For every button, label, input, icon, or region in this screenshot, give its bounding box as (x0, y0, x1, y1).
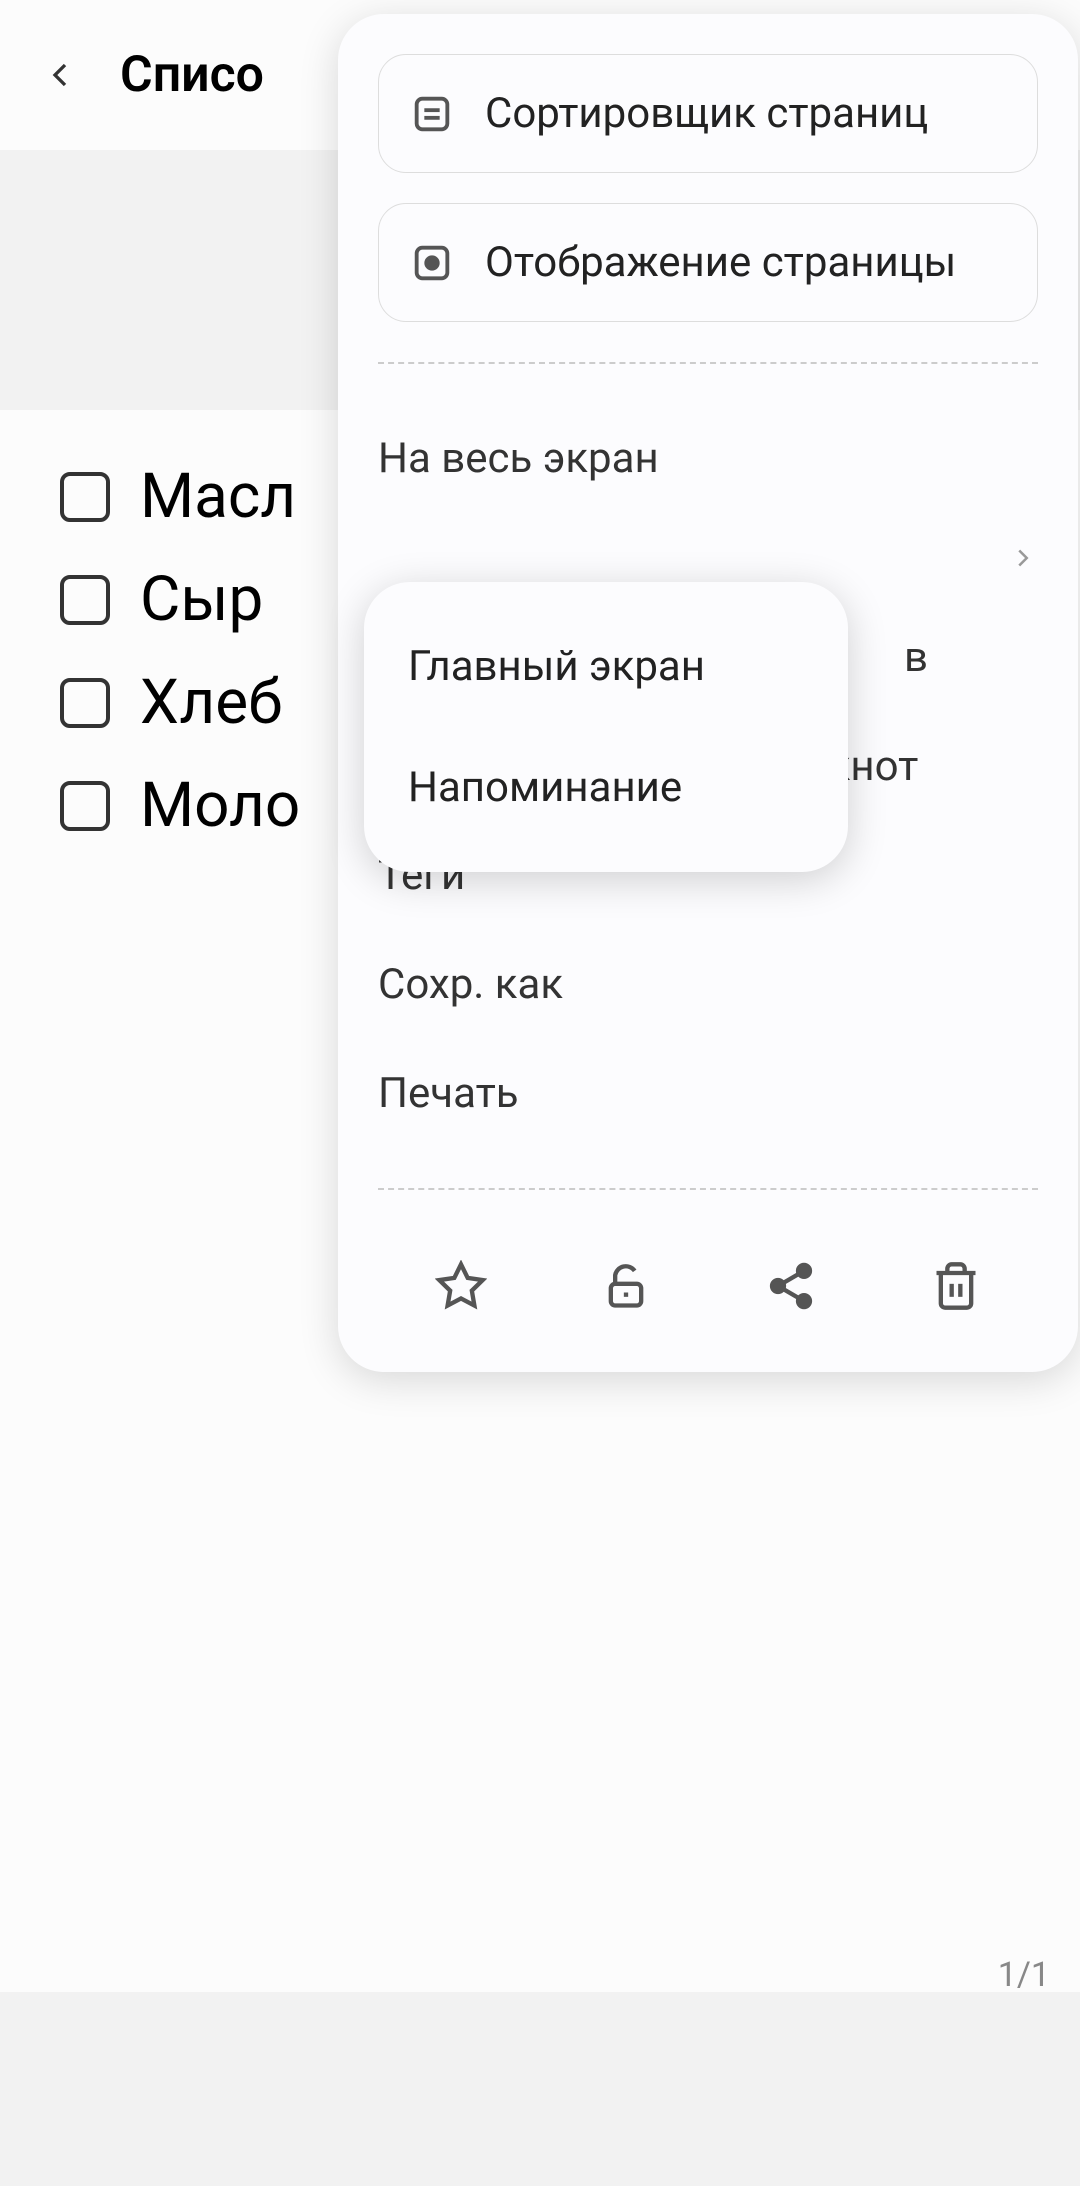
checkbox-icon[interactable] (60, 575, 110, 625)
checkbox-icon[interactable] (60, 472, 110, 522)
menu-bottom-toolbar (338, 1230, 1078, 1332)
submenu-add-to: Главный экран Напоминание (364, 582, 848, 872)
bottom-area (0, 1992, 1080, 2186)
share-icon[interactable] (765, 1260, 817, 1312)
chevron-right-icon (1008, 543, 1038, 573)
menu-card-label: Сортировщик страниц (485, 89, 928, 138)
star-icon[interactable] (435, 1260, 487, 1312)
menu-fullscreen[interactable]: На весь экран (338, 404, 1078, 513)
menu-save-as[interactable]: Сохр. как (338, 930, 1078, 1039)
checkbox-icon[interactable] (60, 781, 110, 831)
menu-divider (378, 1188, 1038, 1190)
page-sorter-icon (409, 91, 455, 137)
page-counter: 1/1 (998, 1955, 1050, 1995)
submenu-home-screen[interactable]: Главный экран (364, 606, 848, 727)
checkbox-icon[interactable] (60, 678, 110, 728)
menu-divider (378, 362, 1038, 364)
checklist-label: Хлеб (140, 666, 282, 739)
checklist-label: Масл (140, 460, 296, 533)
menu-card-label: Отображение страницы (485, 238, 956, 287)
submenu-reminder[interactable]: Напоминание (364, 727, 848, 848)
menu-print[interactable]: Печать (338, 1039, 1078, 1148)
menu-item-label: Печать (378, 1069, 519, 1118)
submenu-label: Напоминание (408, 763, 804, 812)
menu-item-label: в (904, 633, 928, 682)
page-display-icon (409, 240, 455, 286)
checklist-label: Моло (140, 769, 300, 842)
page-title: Списо (120, 46, 264, 104)
trash-icon[interactable] (930, 1260, 982, 1312)
menu-page-display[interactable]: Отображение страницы (378, 203, 1038, 322)
lock-icon[interactable] (600, 1260, 652, 1312)
menu-page-sorter[interactable]: Сортировщик страниц (378, 54, 1038, 173)
checklist-label: Сыр (140, 563, 263, 636)
menu-item-label: Сохр. как (378, 960, 563, 1009)
menu-item-label: На весь экран (378, 434, 659, 483)
back-icon[interactable] (40, 55, 80, 95)
submenu-label: Главный экран (408, 642, 804, 691)
